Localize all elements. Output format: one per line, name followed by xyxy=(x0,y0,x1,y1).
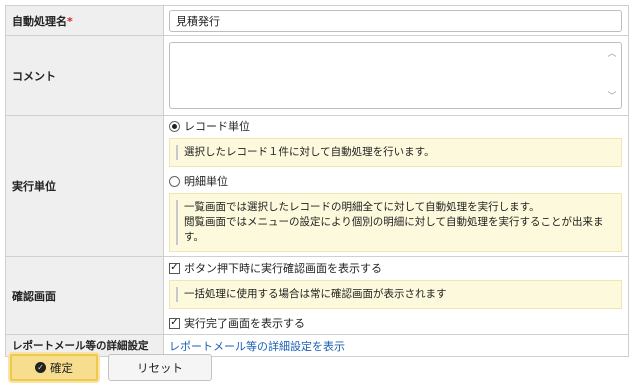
label-confirm: 確認画面 xyxy=(5,256,164,335)
value-unit: レコード単位 選択したレコード１件に対して自動処理を行います。 明細単位 一覧画… xyxy=(163,115,629,257)
radio-record-label: レコード単位 xyxy=(184,120,250,133)
reset-button[interactable]: リセット xyxy=(108,354,212,381)
row-comment: コメント ︿ ﹀ xyxy=(5,35,629,116)
check-circle-icon: ✓ xyxy=(35,362,46,373)
check-after[interactable]: ✓ 実行完了画面を表示する xyxy=(169,313,622,333)
note-detail-line1: 一覧画面では選択したレコードの明細全てに対して自動処理を実行します。 xyxy=(184,201,540,213)
scroll-down-icon[interactable]: ﹀ xyxy=(607,92,617,102)
label-comment: コメント xyxy=(5,35,164,116)
scroll-up-icon[interactable]: ︿ xyxy=(607,49,617,59)
row-unit: 実行単位 レコード単位 選択したレコード１件に対して自動処理を行います。 明細単… xyxy=(5,115,629,257)
check-before[interactable]: ✓ ボタン押下時に実行確認画面を表示する xyxy=(169,258,622,278)
settings-form: 自動処理名* 見積発行 コメント ︿ ﹀ 実行単位 レコード単位 選択したレコー… xyxy=(5,5,629,357)
radio-checked-icon[interactable] xyxy=(169,120,180,132)
note-detail-line2: 閲覧画面ではメニューの設定により個別の明細に対して自動処理を実行することが出来ま… xyxy=(184,216,604,243)
checkbox-checked-icon[interactable]: ✓ xyxy=(169,262,180,274)
radio-detail-label: 明細単位 xyxy=(184,175,228,188)
value-comment: ︿ ﹀ xyxy=(163,35,629,116)
confirm-button-label: 確定 xyxy=(50,360,73,375)
report-settings-link[interactable]: レポートメール等の詳細設定を表示 xyxy=(169,340,345,353)
button-bar: ✓ 確定 リセット xyxy=(10,354,212,381)
confirm-button[interactable]: ✓ 確定 xyxy=(10,354,98,381)
row-confirm: 確認画面 ✓ ボタン押下時に実行確認画面を表示する 一括処理に使用する場合は常に… xyxy=(5,256,629,335)
radio-record[interactable]: レコード単位 xyxy=(169,116,622,136)
check-after-label: 実行完了画面を表示する xyxy=(184,317,305,330)
radio-detail[interactable]: 明細単位 xyxy=(169,171,622,191)
name-input[interactable]: 見積発行 xyxy=(169,9,622,32)
reset-button-label: リセット xyxy=(137,360,183,375)
value-report: レポートメール等の詳細設定を表示 xyxy=(163,334,629,357)
checkbox-checked-icon[interactable]: ✓ xyxy=(169,317,180,329)
label-name-text: 自動処理名 xyxy=(12,14,67,28)
value-confirm: ✓ ボタン押下時に実行確認画面を表示する 一括処理に使用する場合は常に確認画面が… xyxy=(163,256,629,335)
value-name: 見積発行 xyxy=(163,5,629,36)
note-record-text: 選択したレコード１件に対して自動処理を行います。 xyxy=(184,146,435,158)
radio-unchecked-icon[interactable] xyxy=(169,175,180,187)
check-before-label: ボタン押下時に実行確認画面を表示する xyxy=(184,262,382,275)
note-confirm-text: 一括処理に使用する場合は常に確認画面が表示されます xyxy=(184,288,447,300)
note-detail: 一覧画面では選択したレコードの明細全てに対して自動処理を実行します。 閲覧画面で… xyxy=(169,193,622,252)
label-unit: 実行単位 xyxy=(5,115,164,257)
note-confirm: 一括処理に使用する場合は常に確認画面が表示されます xyxy=(169,280,622,309)
row-name: 自動処理名* 見積発行 xyxy=(5,5,629,36)
note-record: 選択したレコード１件に対して自動処理を行います。 xyxy=(169,138,622,167)
label-name: 自動処理名* xyxy=(5,5,164,36)
comment-textarea[interactable]: ︿ ﹀ xyxy=(169,42,622,109)
name-input-value: 見積発行 xyxy=(176,14,220,28)
required-mark: * xyxy=(67,14,73,28)
